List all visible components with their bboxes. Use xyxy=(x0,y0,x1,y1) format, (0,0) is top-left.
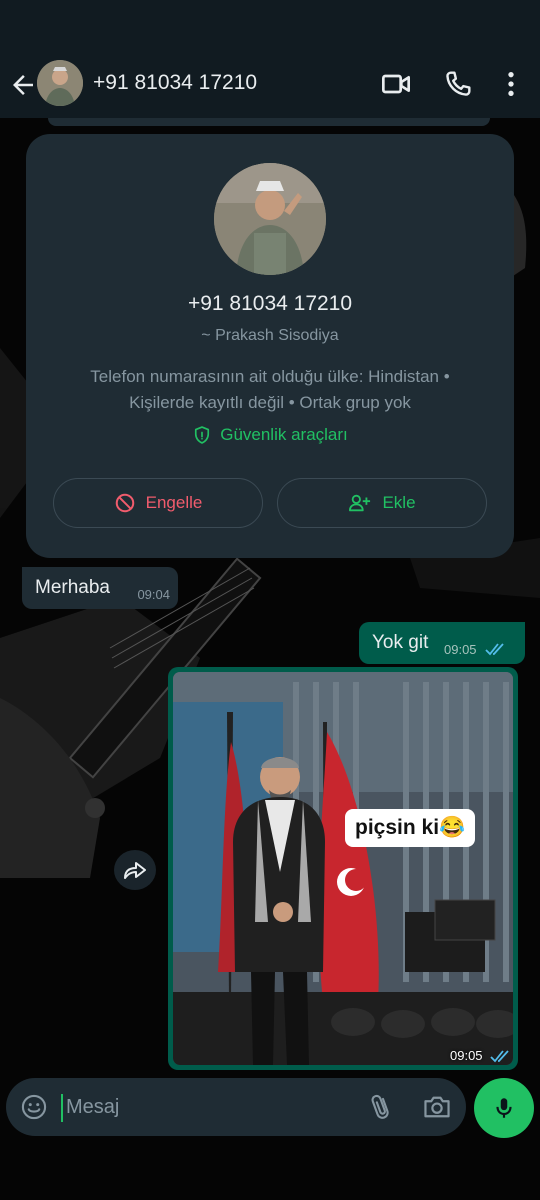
emoji-icon[interactable] xyxy=(20,1093,48,1121)
photo-illustration xyxy=(173,672,513,1065)
previous-card-edge xyxy=(48,118,490,126)
message-input[interactable]: Mesaj xyxy=(66,1096,119,1119)
contact-title[interactable]: +91 81034 17210 xyxy=(93,71,257,95)
contact-country-line: Telefon numarasının ait olduğu ülke: Hin… xyxy=(90,367,450,386)
contact-avatar[interactable] xyxy=(214,163,326,275)
read-ticks-icon xyxy=(490,1050,509,1063)
more-vert-icon[interactable] xyxy=(495,68,527,100)
message-time: 09:05 xyxy=(450,1048,483,1063)
block-icon xyxy=(115,493,134,513)
contact-push-name: ~ Prakash Sisodiya xyxy=(201,327,339,344)
block-button-label: Engelle xyxy=(145,493,203,512)
forward-button[interactable] xyxy=(114,850,156,890)
block-button[interactable]: Engelle xyxy=(53,478,263,528)
outgoing-message[interactable]: Yok git 09:05 xyxy=(359,622,525,664)
text-cursor xyxy=(61,1094,63,1122)
outgoing-image-message[interactable]: piçsin ki😂 09:05 xyxy=(168,667,518,1070)
attach-icon[interactable] xyxy=(367,1092,395,1122)
security-tools-label: Güvenlik araçları xyxy=(220,425,348,444)
message-time: 09:05 xyxy=(444,642,477,657)
forward-icon xyxy=(124,862,146,879)
voice-call-icon[interactable] xyxy=(442,68,474,100)
mic-button[interactable] xyxy=(474,1078,534,1138)
video-call-icon[interactable] xyxy=(380,68,412,100)
add-person-icon xyxy=(349,494,371,512)
back-arrow-icon[interactable] xyxy=(8,70,38,100)
message-composer: Mesaj xyxy=(6,1078,466,1136)
contact-details: Telefon numarasının ait olduğu ülke: Hin… xyxy=(56,364,484,416)
avatar[interactable] xyxy=(37,60,83,106)
message-time: 09:04 xyxy=(137,587,170,602)
contact-phone: +91 81034 17210 xyxy=(187,292,353,315)
camera-icon[interactable] xyxy=(422,1093,452,1121)
message-image[interactable]: piçsin ki😂 09:05 xyxy=(173,672,513,1065)
add-contact-button[interactable]: Ekle xyxy=(277,478,487,528)
security-tools-link[interactable]: Güvenlik araçları xyxy=(26,425,514,445)
read-ticks-icon xyxy=(485,643,504,656)
contact-info-card: +91 81034 17210 ~ Prakash Sisodiya Telef… xyxy=(26,134,514,558)
message-text: Merhaba xyxy=(35,577,110,598)
mic-icon xyxy=(496,1098,512,1118)
shield-icon xyxy=(195,426,210,444)
image-overlay-text: piçsin ki😂 xyxy=(345,809,476,847)
message-text: Yok git xyxy=(372,632,429,653)
add-contact-label: Ekle xyxy=(382,493,416,512)
chat-header: +91 81034 17210 xyxy=(0,54,540,118)
incoming-message[interactable]: Merhaba 09:04 xyxy=(22,567,178,609)
status-bar xyxy=(0,0,540,54)
contact-status-line: Kişilerde kayıtlı değil • Ortak grup yok xyxy=(129,393,411,412)
